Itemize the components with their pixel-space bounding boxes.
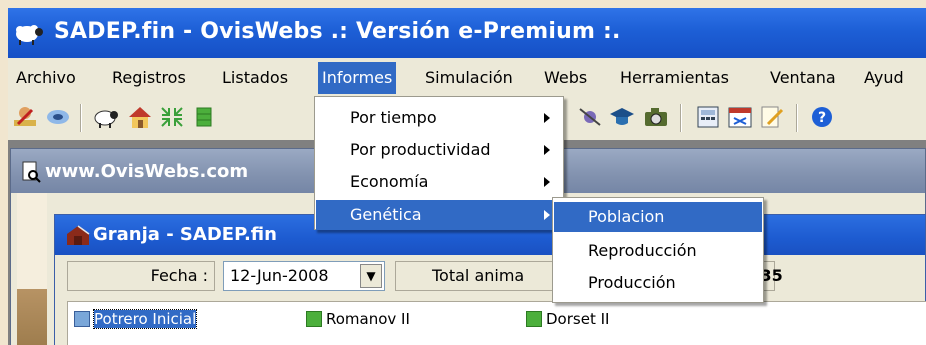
submenu-arrow-icon: [544, 177, 550, 187]
granja-body: Fecha : 12-Jun-2008 ▼ Total anima l: 35 …: [55, 255, 926, 345]
camera-icon[interactable]: [642, 104, 670, 130]
menu-item-por-tiempo[interactable]: Por tiempo: [316, 103, 562, 133]
menu-item-label: Por productividad: [350, 140, 491, 159]
child-window-title: www.OvisWebs.com: [45, 161, 249, 182]
menu-archivo[interactable]: Archivo: [12, 62, 80, 94]
fecha-date-picker[interactable]: 12-Jun-2008 ▼: [223, 261, 385, 291]
submenu-arrow-icon: [544, 113, 550, 123]
informes-dropdown-menu: Por tiempo Por productividad Economía Ge…: [314, 96, 564, 230]
house-icon[interactable]: [126, 104, 154, 130]
svg-text:?: ?: [818, 110, 826, 126]
list-item[interactable]: Romanov II: [304, 308, 410, 330]
menu-ventana[interactable]: Ventana: [766, 62, 840, 94]
granja-title: Granja - SADEP.fin: [93, 224, 277, 245]
toolbar-separator: [80, 104, 82, 132]
help-icon[interactable]: ?: [808, 104, 836, 130]
green-block-icon: [306, 311, 322, 327]
menu-item-genetica[interactable]: Genética: [316, 200, 562, 230]
menu-item-reproduccion[interactable]: Reproducción: [554, 236, 762, 266]
child-window-granja: Granja - SADEP.fin Fecha : 12-Jun-2008 ▼…: [54, 214, 926, 345]
menu-item-por-productividad[interactable]: Por productividad: [316, 135, 562, 165]
green-block-icon[interactable]: [190, 104, 218, 130]
menu-registros[interactable]: Registros: [108, 62, 190, 94]
user-edit-icon[interactable]: [12, 104, 40, 130]
fecha-label: Fecha :: [67, 261, 215, 291]
menu-informes[interactable]: Informes: [318, 62, 397, 94]
menu-item-label: Poblacion: [588, 207, 665, 226]
disk-network-icon[interactable]: [44, 104, 72, 130]
graduation-icon[interactable]: [608, 104, 636, 130]
sheep-icon[interactable]: [92, 104, 120, 130]
screenshot-frame: SADEP.fin - OvisWebs .: Versión e-Premiu…: [0, 0, 926, 345]
menu-item-produccion[interactable]: Producción: [554, 268, 762, 298]
menu-item-poblacion[interactable]: Poblacion: [554, 202, 762, 232]
sheep-app-icon: [16, 25, 43, 45]
list-item-label: Dorset II: [546, 310, 610, 328]
list-item[interactable]: Potrero Inicial: [72, 308, 198, 330]
menu-item-label: Economía: [350, 172, 429, 191]
menu-simulacion[interactable]: Simulación: [421, 62, 517, 94]
calculator-icon[interactable]: [694, 104, 722, 130]
satellite-icon[interactable]: [576, 104, 604, 130]
chevron-down-icon[interactable]: ▼: [360, 264, 382, 288]
menu-ayuda[interactable]: Ayud: [860, 62, 908, 94]
edit-note-icon[interactable]: [758, 104, 786, 130]
menu-item-label: Reproducción: [588, 241, 697, 260]
list-item-label: Potrero Inicial: [92, 309, 198, 329]
genetica-submenu: Poblacion Reproducción Producción: [552, 197, 764, 303]
green-block-icon: [74, 311, 90, 327]
menu-item-economia[interactable]: Economía: [316, 167, 562, 197]
title-bar[interactable]: SADEP.fin - OvisWebs .: Versión e-Premiu…: [8, 8, 926, 58]
menu-listados[interactable]: Listados: [218, 62, 292, 94]
toolbar-separator: [680, 104, 682, 132]
submenu-arrow-icon: [544, 145, 550, 155]
toolbar-separator: [796, 104, 798, 132]
menu-webs[interactable]: Webs: [540, 62, 591, 94]
green-block-icon: [526, 311, 542, 327]
document-search-icon: [22, 161, 41, 183]
side-image: [17, 193, 47, 345]
potrero-list: Potrero Inicial Romanov II Dorset II: [67, 301, 926, 345]
menu-bar: Archivo Registros Listados Informes Simu…: [8, 62, 926, 94]
barn-icon: [67, 225, 90, 245]
menu-item-label: Genética: [350, 205, 422, 224]
fecha-value: 12-Jun-2008: [230, 266, 329, 285]
menu-item-label: Producción: [588, 273, 676, 292]
list-item[interactable]: Dorset II: [524, 308, 609, 330]
arrows-icon[interactable]: [158, 104, 186, 130]
window-title: SADEP.fin - OvisWebs .: Versión e-Premiu…: [54, 19, 621, 44]
submenu-arrow-icon: [544, 210, 550, 220]
menu-herramientas[interactable]: Herramientas: [616, 62, 733, 94]
menu-item-label: Por tiempo: [350, 108, 437, 127]
list-item-label: Romanov II: [326, 310, 410, 328]
calendar-icon[interactable]: [726, 104, 754, 130]
